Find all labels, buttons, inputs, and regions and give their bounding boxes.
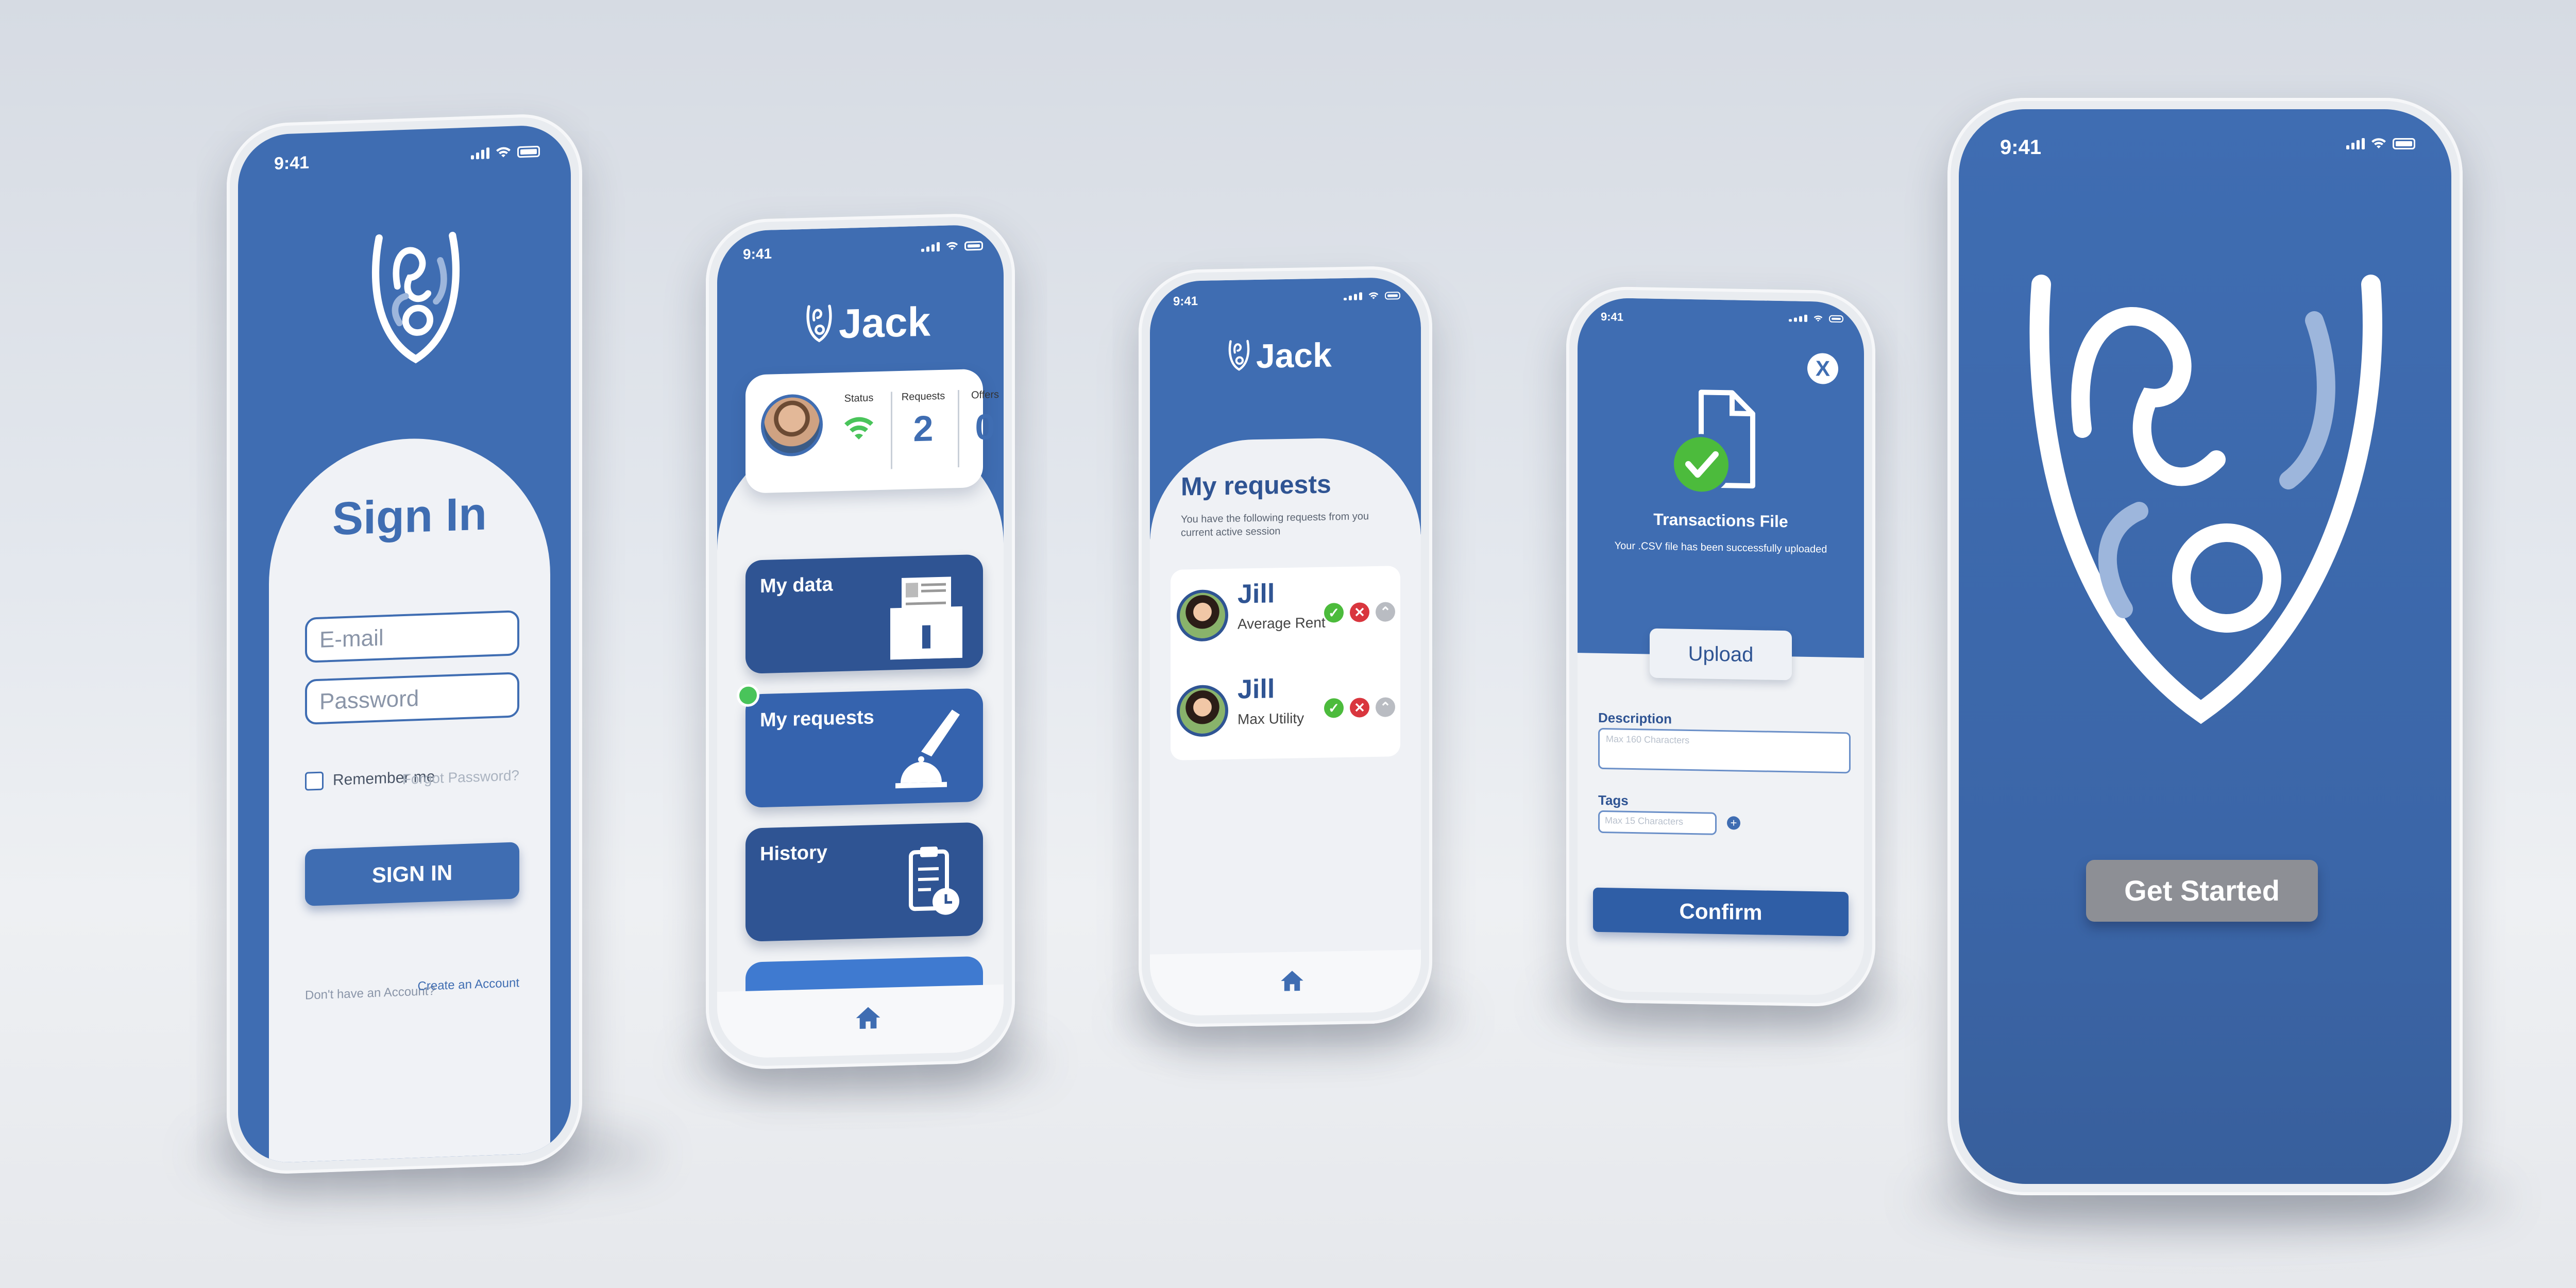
description-input[interactable]: Max 160 Characters xyxy=(1598,727,1851,774)
battery-icon xyxy=(2393,138,2415,149)
no-account-text: Don't have an Account? xyxy=(305,984,435,1003)
avatar[interactable] xyxy=(761,393,823,457)
pending-icon[interactable]: ⌃ xyxy=(1376,602,1395,622)
app-logo-icon xyxy=(2029,275,2382,724)
remember-checkbox[interactable] xyxy=(305,771,324,791)
wifi-icon xyxy=(844,417,873,440)
battery-icon xyxy=(964,241,983,251)
dashboard-screen: 9:41 Jack Status Requests 2 Offers 0 My … xyxy=(717,224,1004,1059)
description-label: Description xyxy=(1598,709,1672,727)
password-field[interactable]: Password xyxy=(305,672,519,725)
signin-phone: 9:41 Sign In E-mail Password Remember me… xyxy=(227,112,582,1176)
requests-phone: 9:41 Jack My requests You have the follo… xyxy=(1139,265,1432,1028)
signal-icon xyxy=(2346,138,2365,149)
status-bar: 9:41 xyxy=(717,224,1004,278)
clipboard-clock-icon xyxy=(909,846,959,915)
app-logo-icon xyxy=(1228,340,1250,371)
battery-icon xyxy=(1385,292,1400,300)
signin-button[interactable]: SIGN IN xyxy=(305,842,519,906)
wifi-icon xyxy=(496,147,511,158)
status-time: 9:41 xyxy=(1601,310,1624,324)
signal-icon xyxy=(1344,292,1362,301)
wifi-icon xyxy=(2371,138,2386,148)
signal-icon xyxy=(1789,314,1807,322)
email-field[interactable]: E-mail xyxy=(305,610,519,663)
stats-card: Status Requests 2 Offers 0 xyxy=(745,368,999,494)
requests-list: Jill Average Rent ✓ ✕ ⌃ Jill Max Utility… xyxy=(1171,566,1400,760)
dashboard-phone: 9:41 Jack Status Requests 2 Offers 0 My … xyxy=(706,212,1015,1071)
battery-icon xyxy=(1829,315,1843,323)
status-time: 9:41 xyxy=(2000,136,2042,159)
battery-icon xyxy=(517,145,540,158)
forgot-password-link[interactable]: Forgot Password? xyxy=(402,767,519,788)
tags-label: Tags xyxy=(1598,792,1629,808)
signal-icon xyxy=(471,147,489,160)
requests-screen: 9:41 Jack My requests You have the follo… xyxy=(1150,277,1421,1016)
wifi-icon xyxy=(1814,315,1823,322)
upload-button[interactable]: Upload xyxy=(1650,628,1792,681)
signin-card: Sign In E-mail Password Remember me Forg… xyxy=(269,434,550,1163)
upload-phone: 9:41 X Transactions File Your .CSV file … xyxy=(1566,285,1875,1008)
app-brand: Jack xyxy=(805,298,930,348)
list-item[interactable]: Jill Max Utility ✓ ✕ ⌃ xyxy=(1171,661,1400,758)
signin-screen: 9:41 Sign In E-mail Password Remember me… xyxy=(238,124,571,1164)
app-logo-icon xyxy=(372,231,460,364)
pending-icon[interactable]: ⌃ xyxy=(1376,697,1395,717)
stat-status: Status xyxy=(833,392,885,446)
upload-screen: 9:41 X Transactions File Your .CSV file … xyxy=(1578,297,1864,996)
status-bar: 9:41 xyxy=(238,124,571,182)
status-bar: 9:41 xyxy=(1578,297,1864,349)
list-item[interactable]: Jill Average Rent ✓ ✕ ⌃ xyxy=(1171,566,1400,663)
splash-screen: 9:41 Get Started xyxy=(1959,109,2451,1184)
menu-my-data[interactable]: My data xyxy=(745,554,983,674)
home-icon[interactable] xyxy=(854,1003,883,1032)
status-bar: 9:41 xyxy=(1959,109,2451,159)
avatar xyxy=(1177,589,1228,642)
id-folder-icon xyxy=(890,574,962,660)
bottom-nav xyxy=(1150,950,1421,1016)
accept-icon[interactable]: ✓ xyxy=(1324,603,1344,623)
accept-icon[interactable]: ✓ xyxy=(1324,698,1344,718)
stat-requests: Requests 2 xyxy=(901,390,945,449)
app-brand: Jack xyxy=(1227,335,1332,376)
splash-phone: 9:41 Get Started xyxy=(1947,98,2463,1195)
signal-icon xyxy=(921,242,940,252)
status-time: 9:41 xyxy=(274,152,310,174)
add-tag-button[interactable]: + xyxy=(1727,816,1740,830)
confirm-button[interactable]: Confirm xyxy=(1593,887,1849,937)
status-bar: 9:41 xyxy=(1150,277,1421,328)
tags-input[interactable]: Max 15 Characters xyxy=(1598,810,1717,835)
reject-icon[interactable]: ✕ xyxy=(1350,698,1369,718)
file-success-icon xyxy=(1671,389,1755,495)
reject-icon[interactable]: ✕ xyxy=(1350,602,1369,622)
status-time: 9:41 xyxy=(743,245,772,262)
brand-name: Jack xyxy=(1256,335,1332,375)
bottom-nav xyxy=(717,984,1004,1059)
menu-history[interactable]: History xyxy=(745,822,983,942)
create-account-link[interactable]: Create an Account xyxy=(418,976,519,994)
home-icon[interactable] xyxy=(1279,967,1306,994)
page-title: My requests xyxy=(1181,469,1331,501)
page-subtitle: You have the following requests from you… xyxy=(1181,511,1369,539)
get-started-button[interactable]: Get Started xyxy=(2086,860,2318,922)
service-bell-icon xyxy=(895,709,960,789)
brand-name: Jack xyxy=(839,298,930,347)
menu-my-requests[interactable]: My requests xyxy=(745,688,983,808)
close-button[interactable]: X xyxy=(1807,352,1838,384)
avatar xyxy=(1177,684,1228,737)
app-logo-icon xyxy=(806,304,832,343)
status-time: 9:41 xyxy=(1173,294,1198,309)
page-title: Sign In xyxy=(332,488,487,545)
wifi-icon xyxy=(1368,292,1379,299)
stat-offers: Offers 0 xyxy=(971,388,999,448)
wifi-icon xyxy=(946,242,958,250)
